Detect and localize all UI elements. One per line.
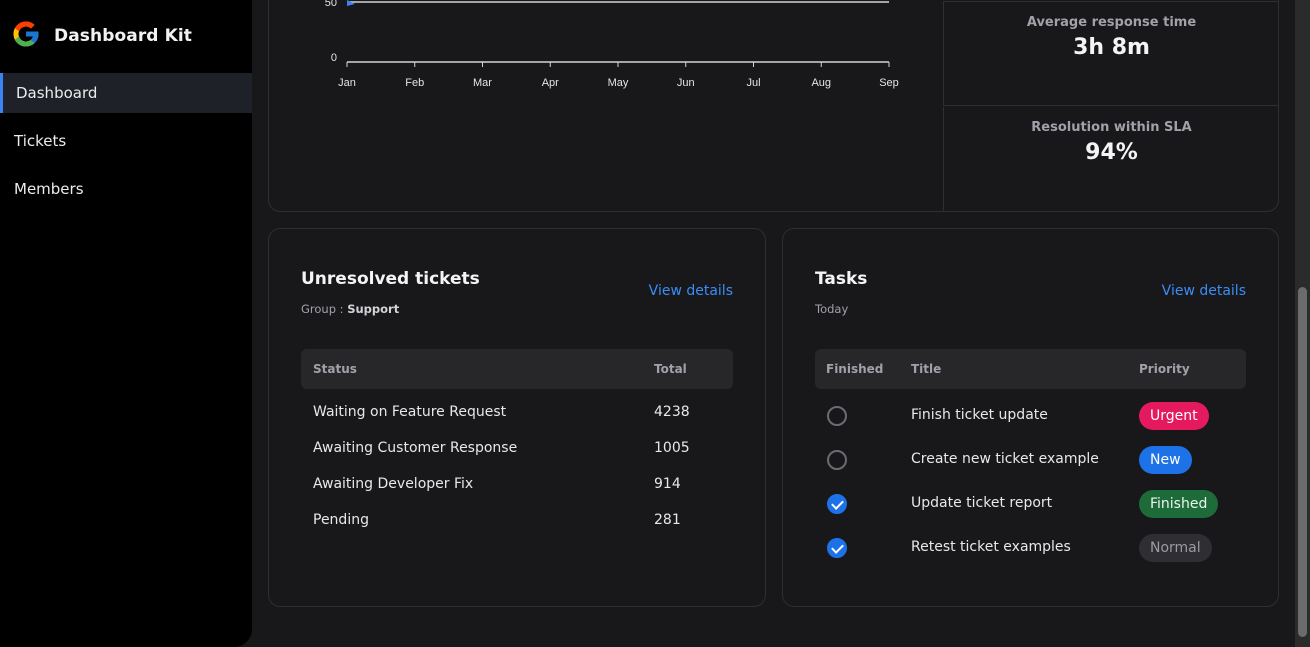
ticket-total: 4238 <box>654 404 690 420</box>
scrollbar-thumb[interactable] <box>1298 287 1307 637</box>
card-title: Tasks <box>815 269 868 289</box>
group-value: Support <box>347 302 400 316</box>
google-logo-icon <box>11 19 41 53</box>
trends-chart: Jan Feb Mar Apr May Jun Jul Aug Sep 0 50 <box>325 0 899 89</box>
series-start-marker <box>347 0 355 6</box>
y-tick-label: 50 <box>325 0 337 9</box>
sidebar-nav: Dashboard Tickets Members <box>0 73 252 217</box>
column-header-total: Total <box>654 362 687 376</box>
stat-label: Average response time <box>1026 15 1197 30</box>
stat-value: 94% <box>1085 140 1138 165</box>
table-header: Status Total <box>301 349 733 389</box>
table-row: Awaiting Developer Fix 914 <box>301 467 733 503</box>
view-details-link[interactable]: View details <box>649 283 733 299</box>
card-subtitle: Today <box>815 302 849 316</box>
ticket-status: Awaiting Developer Fix <box>313 476 474 492</box>
stat-average-response: Average response time 3h 8m <box>943 1 1279 106</box>
ticket-total: 914 <box>654 476 681 492</box>
group-prefix: Group : <box>301 302 344 316</box>
column-header-priority: Priority <box>1139 362 1190 376</box>
table-row: Retest ticket examples Normal <box>815 527 1246 571</box>
ticket-total: 281 <box>654 512 681 528</box>
task-title: Create new ticket example <box>911 451 1099 467</box>
unchecked-circle-icon[interactable] <box>827 406 847 426</box>
table-row: Pending 281 <box>301 503 733 539</box>
ticket-total: 1005 <box>654 440 690 456</box>
card-title: Unresolved tickets <box>301 269 480 289</box>
column-header-title: Title <box>911 362 942 376</box>
x-tick-label: Jan <box>338 77 356 89</box>
table-row: Waiting on Feature Request 4238 <box>301 395 733 431</box>
column-header-status: Status <box>313 362 357 376</box>
x-tick-label: Feb <box>405 77 424 89</box>
sidebar-item-tickets[interactable]: Tickets <box>0 121 252 161</box>
checked-circle-icon[interactable] <box>827 538 847 558</box>
task-title: Retest ticket examples <box>911 539 1071 555</box>
x-tick-label: Sep <box>879 77 899 89</box>
table-row: Create new ticket example New <box>815 439 1246 483</box>
x-tick-label: Aug <box>811 77 831 89</box>
stat-resolution-sla: Resolution within SLA 94% <box>943 107 1279 212</box>
x-tick-label: Jul <box>746 77 760 89</box>
sidebar-item-members[interactable]: Members <box>0 169 252 209</box>
x-tick-label: Apr <box>542 77 559 89</box>
checked-circle-icon[interactable] <box>827 494 847 514</box>
unchecked-circle-icon[interactable] <box>827 450 847 470</box>
y-tick-label: 0 <box>331 52 337 64</box>
x-tick-label: Jun <box>677 77 695 89</box>
stat-value: 3h 8m <box>1073 35 1150 60</box>
sidebar: Dashboard Kit Dashboard Tickets Members <box>0 0 252 647</box>
app-name: Dashboard Kit <box>54 26 193 46</box>
priority-badge: Finished <box>1139 490 1219 518</box>
x-tick-label: Mar <box>473 77 492 89</box>
ticket-status: Waiting on Feature Request <box>313 404 507 420</box>
ticket-status: Pending <box>313 512 369 528</box>
column-header-finished: Finished <box>826 362 884 376</box>
brand[interactable]: Dashboard Kit <box>11 19 192 53</box>
table-row: Awaiting Customer Response 1005 <box>301 431 733 467</box>
view-details-link[interactable]: View details <box>1162 283 1246 299</box>
ticket-status: Awaiting Customer Response <box>313 440 518 456</box>
task-title: Finish ticket update <box>911 407 1048 423</box>
table-row: Update ticket report Finished <box>815 483 1246 527</box>
priority-badge: Urgent <box>1139 402 1209 430</box>
table-header: Finished Title Priority <box>815 349 1246 389</box>
trends-card: Jan Feb Mar Apr May Jun Jul Aug Sep 0 50 Average r… <box>268 0 1279 212</box>
unresolved-tickets-card: Unresolved tickets Group : Support View … <box>268 228 766 607</box>
group-label: Group : Support <box>301 302 399 316</box>
stat-label: Resolution within SLA <box>1031 120 1192 135</box>
task-title: Update ticket report <box>911 495 1053 511</box>
priority-badge: Normal <box>1139 534 1212 562</box>
priority-badge: New <box>1139 446 1192 474</box>
tasks-card: Tasks Today View details Finished Title … <box>782 228 1279 607</box>
sidebar-item-dashboard[interactable]: Dashboard <box>0 73 252 113</box>
table-row: Finish ticket update Urgent <box>815 395 1246 439</box>
page-scrollbar[interactable] <box>1295 0 1310 647</box>
x-tick-label: May <box>608 77 629 89</box>
